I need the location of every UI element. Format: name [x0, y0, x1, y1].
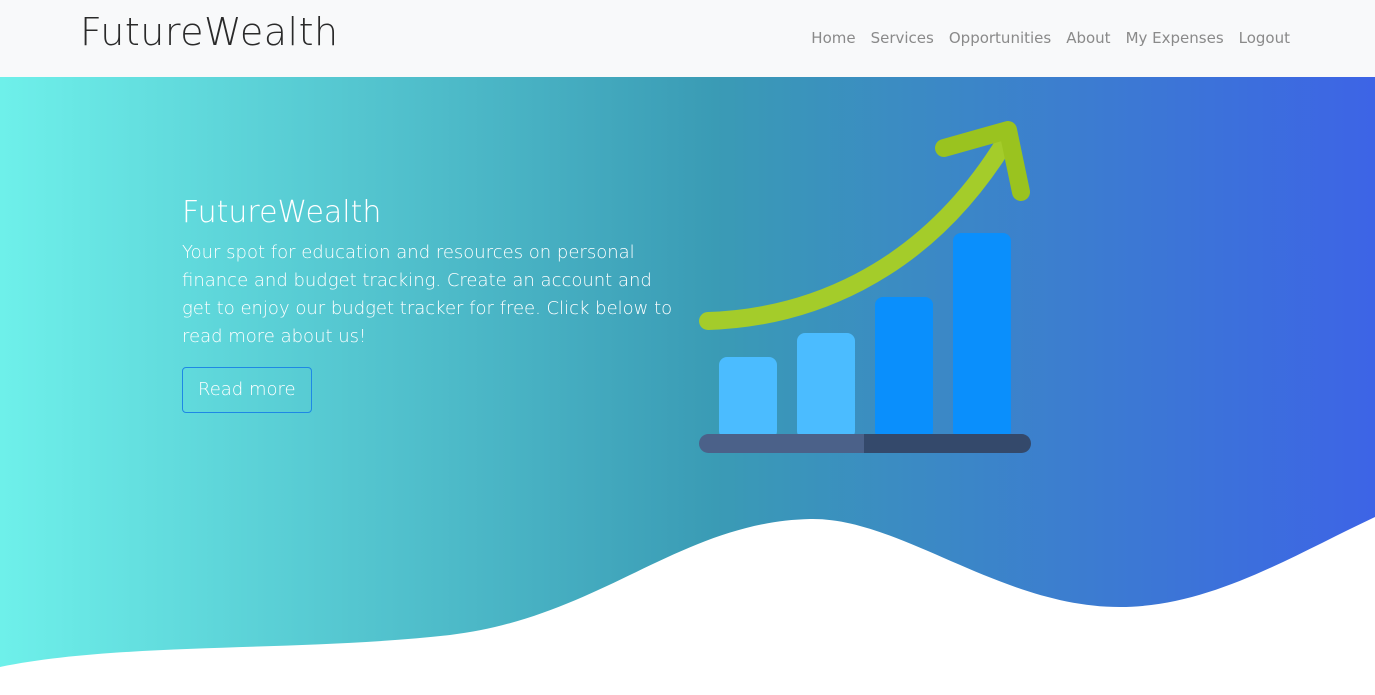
nav-item-logout: Logout	[1239, 28, 1290, 47]
illustration-base-left	[699, 434, 874, 453]
hero-description: Your spot for education and resources on…	[182, 242, 673, 347]
nav-item-home: Home	[811, 28, 855, 47]
brand-logo[interactable]: FutureWealth	[80, 10, 339, 54]
hero-section: FutureWealth Your spot for education and…	[0, 77, 1375, 695]
nav-item-my-expenses: My Expenses	[1126, 28, 1224, 47]
nav-item-services: Services	[871, 28, 934, 47]
read-more-button[interactable]: Read more	[182, 367, 312, 413]
nav-link-logout[interactable]: Logout	[1239, 29, 1290, 47]
nav-item-about: About	[1066, 28, 1110, 47]
hero-title: FutureWealth	[182, 195, 382, 230]
nav-item-opportunities: Opportunities	[949, 28, 1051, 47]
navbar: FutureWealth Home Services Opportunities…	[0, 0, 1375, 77]
hero-text-block: FutureWealth Your spot for education and…	[182, 193, 682, 413]
nav-link-services[interactable]: Services	[871, 29, 934, 47]
nav-link-about[interactable]: About	[1066, 29, 1110, 47]
illustration-base-right	[864, 434, 1031, 453]
nav-link-opportunities[interactable]: Opportunities	[949, 29, 1051, 47]
illustration-bar-3	[875, 297, 933, 439]
illustration-bar-1	[719, 357, 777, 439]
nav-links: Home Services Opportunities About My Exp…	[811, 28, 1290, 47]
growth-bar-chart-icon	[699, 121, 1031, 453]
illustration-bar-4	[953, 233, 1011, 439]
nav-link-home[interactable]: Home	[811, 29, 855, 47]
nav-link-my-expenses[interactable]: My Expenses	[1126, 29, 1224, 47]
illustration-bar-2	[797, 333, 855, 439]
